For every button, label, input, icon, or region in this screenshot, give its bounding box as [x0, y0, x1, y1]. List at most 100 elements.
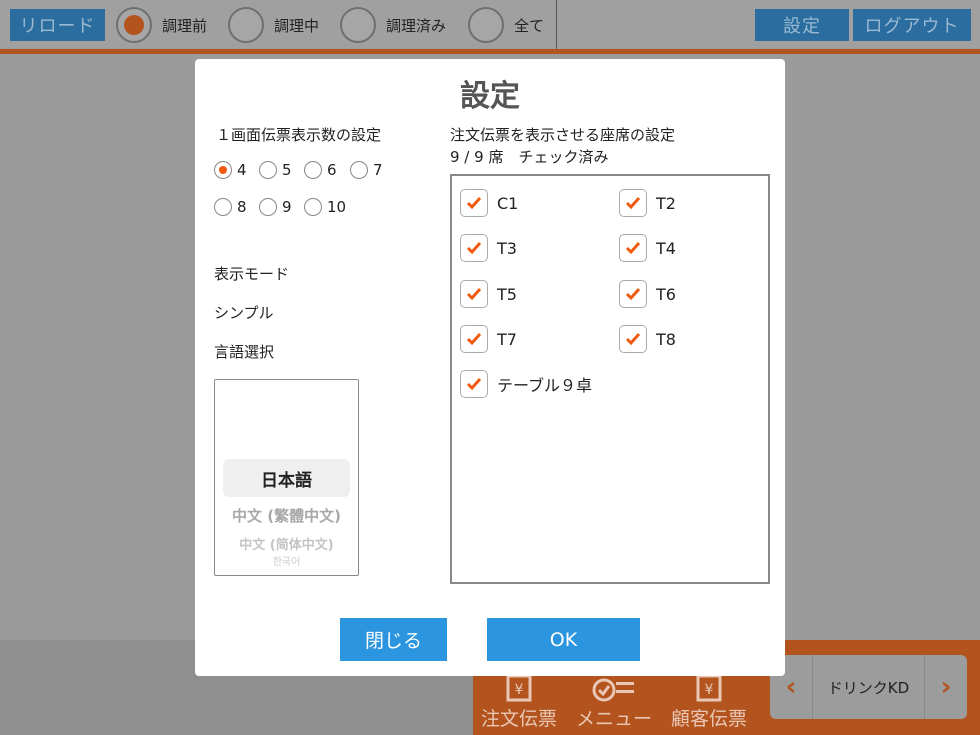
- slip-count-option-8[interactable]: 8: [214, 198, 247, 216]
- seat-item-t7[interactable]: T7: [460, 325, 517, 353]
- option-label: 5: [282, 161, 292, 179]
- check-icon: [625, 288, 641, 301]
- check-icon: [466, 288, 482, 301]
- check-icon: [625, 242, 641, 255]
- radio-circle: [304, 198, 322, 216]
- slip-count-option-9[interactable]: 9: [259, 198, 292, 216]
- checkbox[interactable]: [460, 370, 488, 398]
- dialog-title: 設定: [460, 79, 520, 114]
- slip-count-label: １画面伝票表示数の設定: [216, 126, 382, 144]
- seat-name: T5: [497, 284, 517, 304]
- check-icon: [466, 333, 482, 346]
- seat-item-t2[interactable]: T2: [619, 189, 676, 217]
- tool-label: 注文伝票: [480, 708, 557, 730]
- checkbox[interactable]: [619, 189, 647, 217]
- language-option[interactable]: 中文 (繁體中文): [215, 505, 358, 526]
- customer-slip-button[interactable]: ¥ 顧客伝票: [664, 674, 754, 731]
- slip-count-option-4[interactable]: 4: [214, 161, 247, 179]
- yen-receipt-icon: ¥: [664, 674, 754, 702]
- option-label: 8: [237, 198, 247, 216]
- seat-settings-label: 注文伝票を表示させる座席の設定: [450, 126, 676, 144]
- seat-item-t4[interactable]: T4: [619, 234, 676, 262]
- menu-button[interactable]: メニュー: [569, 676, 659, 731]
- seat-list: C1 T2 T3 T4 T5 T6 T7 T8 テーブル９卓: [450, 174, 770, 584]
- language-selected[interactable]: 日本語: [223, 459, 350, 497]
- option-label: 10: [327, 198, 347, 216]
- slip-count-option-6[interactable]: 6: [304, 161, 337, 179]
- reload-button[interactable]: リロード: [10, 9, 105, 41]
- checkbox[interactable]: [619, 280, 647, 308]
- settings-dialog: 設定 １画面伝票表示数の設定 4 5 6 7 8 9 10 表示モード シンプル…: [195, 59, 785, 676]
- display-mode-label: 表示モード: [214, 265, 290, 283]
- radio-selected-dot: [219, 166, 227, 174]
- close-button[interactable]: 閉じる: [340, 618, 447, 661]
- filter-cooking[interactable]: 調理中: [228, 6, 319, 44]
- seat-name: T3: [497, 238, 517, 258]
- seat-item-t3[interactable]: T3: [460, 234, 517, 262]
- settings-button[interactable]: 設定: [755, 9, 849, 41]
- option-label: 6: [327, 161, 337, 179]
- seat-item-t8[interactable]: T8: [619, 325, 676, 353]
- filter-all[interactable]: 全て: [468, 6, 544, 44]
- option-label: 9: [282, 198, 292, 216]
- ok-button[interactable]: OK: [487, 618, 640, 661]
- filter-label: 調理中: [274, 16, 320, 35]
- seat-name: T6: [656, 284, 676, 304]
- radio-circle: [340, 7, 376, 43]
- slip-count-option-10[interactable]: 10: [304, 198, 346, 216]
- seat-name: テーブル９卓: [497, 376, 593, 395]
- seat-item-c1[interactable]: C1: [460, 189, 518, 217]
- checkbox[interactable]: [460, 189, 488, 217]
- radio-circle: [468, 7, 504, 43]
- check-list-icon: [569, 676, 659, 702]
- radio-circle: [116, 7, 152, 43]
- filter-label: 調理済み: [386, 16, 447, 35]
- radio-circle: [259, 198, 277, 216]
- seat-name: T2: [656, 193, 676, 213]
- seat-name: T8: [656, 329, 676, 349]
- language-label: 言語選択: [214, 343, 275, 361]
- seat-item-t5[interactable]: T5: [460, 280, 517, 308]
- display-mode-value[interactable]: シンプル: [214, 302, 274, 323]
- check-icon: [466, 242, 482, 255]
- radio-circle: [228, 7, 264, 43]
- checkbox[interactable]: [460, 280, 488, 308]
- checkbox[interactable]: [619, 325, 647, 353]
- slip-count-option-5[interactable]: 5: [259, 161, 292, 179]
- yen-receipt-icon: ¥: [474, 674, 564, 702]
- svg-text:¥: ¥: [705, 682, 714, 698]
- logout-button[interactable]: ログアウト: [853, 9, 971, 41]
- option-label: 4: [237, 161, 247, 179]
- slip-count-option-7[interactable]: 7: [350, 161, 383, 179]
- order-slip-button[interactable]: ¥ 注文伝票: [474, 674, 564, 731]
- language-option[interactable]: 한국어: [215, 553, 358, 568]
- checkbox[interactable]: [619, 234, 647, 262]
- check-icon: [466, 378, 482, 391]
- language-option[interactable]: 中文 (简体中文): [215, 534, 358, 553]
- seat-item-table-9[interactable]: テーブル９卓: [460, 370, 592, 398]
- check-icon: [466, 197, 482, 210]
- seat-name: C1: [497, 193, 519, 213]
- filter-cooked[interactable]: 調理済み: [340, 6, 446, 44]
- svg-text:¥: ¥: [515, 682, 524, 698]
- checkbox[interactable]: [460, 325, 488, 353]
- filter-before-cooking[interactable]: 調理前: [116, 6, 207, 44]
- checkbox[interactable]: [460, 234, 488, 262]
- tool-label: 顧客伝票: [670, 708, 747, 730]
- filter-label: 調理前: [162, 16, 208, 35]
- radio-circle: [259, 161, 277, 179]
- radio-circle: [214, 161, 232, 179]
- radio-circle: [350, 161, 368, 179]
- station-name: ドリンクKD: [812, 655, 925, 719]
- toolbar-accent-line: [0, 49, 980, 54]
- language-picker[interactable]: 日本語 中文 (繁體中文) 中文 (简体中文) 한국어: [214, 379, 359, 576]
- seat-item-t6[interactable]: T6: [619, 280, 676, 308]
- tool-label: メニュー: [575, 708, 652, 730]
- top-toolbar: リロード 調理前 調理中 調理済み 全て 設定 ログアウト: [0, 0, 980, 49]
- check-icon: [625, 333, 641, 346]
- filter-label: 全て: [514, 16, 545, 35]
- chevron-right-icon[interactable]: ›: [925, 655, 967, 719]
- toolbar-divider: [556, 0, 557, 49]
- station-switcher: ‹ ドリンクKD ›: [770, 655, 967, 719]
- radio-selected-dot: [124, 15, 144, 35]
